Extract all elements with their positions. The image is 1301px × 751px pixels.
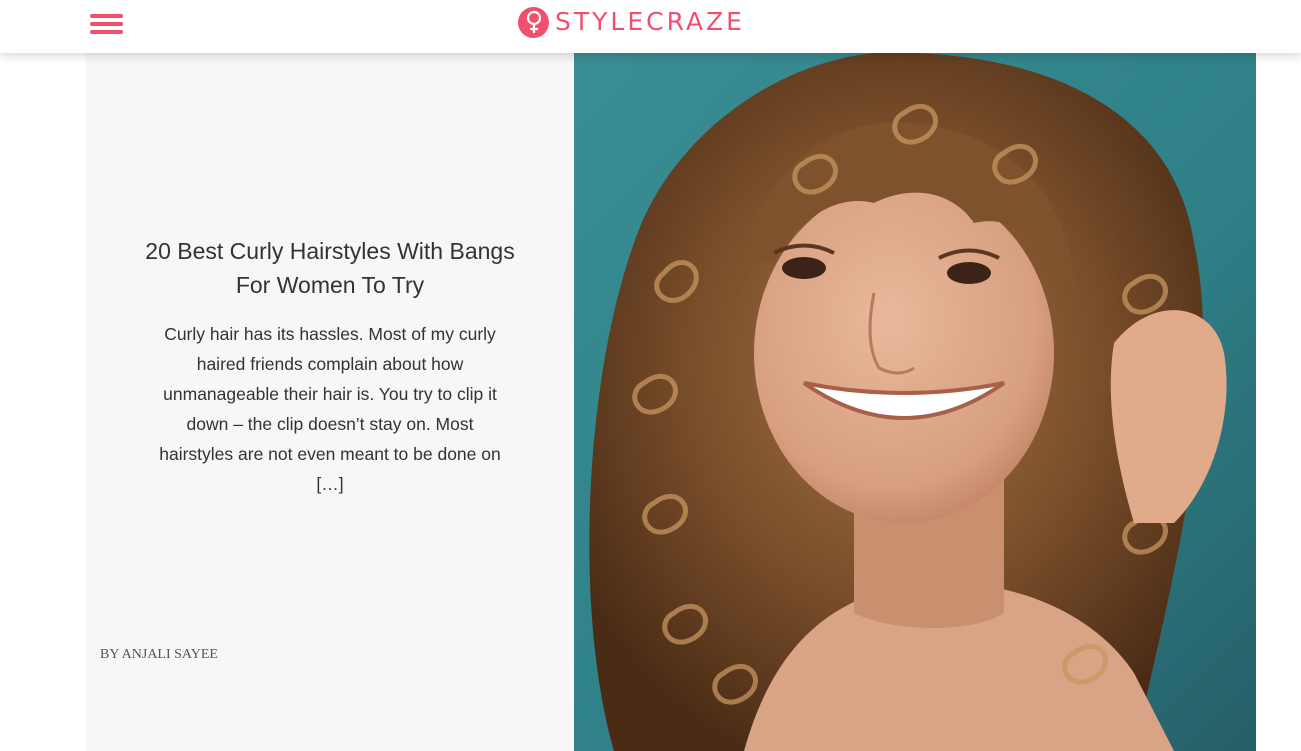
female-symbol-icon [518, 6, 549, 38]
hamburger-menu-icon[interactable] [90, 11, 124, 35]
article-hero-image[interactable] [574, 53, 1256, 751]
article-card: 20 Best Curly Hairstyles With Bangs For … [86, 53, 1256, 751]
article-excerpt: Curly hair has its hassles. Most of my c… [159, 324, 501, 494]
article-title[interactable]: 20 Best Curly Hairstyles With Bangs For … [136, 234, 524, 302]
site-header: STYLECRAZE [0, 0, 1301, 53]
logo-wordmark: STYLECRAZE [555, 7, 745, 36]
article-byline[interactable]: BY ANJALI SAYEE [100, 647, 218, 663]
article-text-panel: 20 Best Curly Hairstyles With Bangs For … [86, 53, 574, 751]
site-logo[interactable]: STYLECRAZE [518, 6, 745, 38]
